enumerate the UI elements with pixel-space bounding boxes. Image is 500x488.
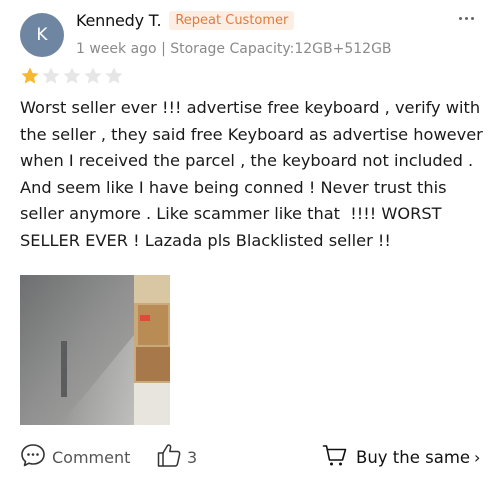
review-photo-image xyxy=(20,275,170,425)
like-count: 3 xyxy=(187,447,198,467)
cart-icon xyxy=(322,442,348,472)
repeat-customer-badge: Repeat Customer xyxy=(169,11,295,30)
comment-button[interactable]: Comment xyxy=(20,442,130,472)
review-actions: Comment 3 Buy the same › xyxy=(0,440,500,472)
star-empty-icon xyxy=(104,66,124,86)
star-empty-icon xyxy=(41,66,61,86)
review-meta: 1 week ago | Storage Capacity:12GB+512GB xyxy=(76,41,392,57)
buy-the-same-button[interactable]: Buy the same › xyxy=(322,442,480,472)
like-button[interactable]: 3 xyxy=(156,442,197,472)
comment-icon xyxy=(20,442,46,472)
reviewer-header: Kennedy T. Repeat Customer xyxy=(76,11,295,30)
review-photo[interactable] xyxy=(20,275,170,425)
star-empty-icon xyxy=(83,66,103,86)
more-options-icon[interactable] xyxy=(459,17,474,20)
comment-label: Comment xyxy=(52,447,131,467)
star-filled-icon xyxy=(20,66,40,86)
review-text: Worst seller ever !!! advertise free key… xyxy=(20,98,488,250)
star-rating xyxy=(20,66,124,86)
avatar[interactable]: K xyxy=(20,13,64,57)
buy-the-same-label: Buy the same xyxy=(356,447,471,467)
reviewer-name: Kennedy T. xyxy=(76,11,162,30)
chevron-right-icon: › xyxy=(474,447,481,467)
thumbs-up-icon xyxy=(156,442,182,472)
star-empty-icon xyxy=(62,66,82,86)
